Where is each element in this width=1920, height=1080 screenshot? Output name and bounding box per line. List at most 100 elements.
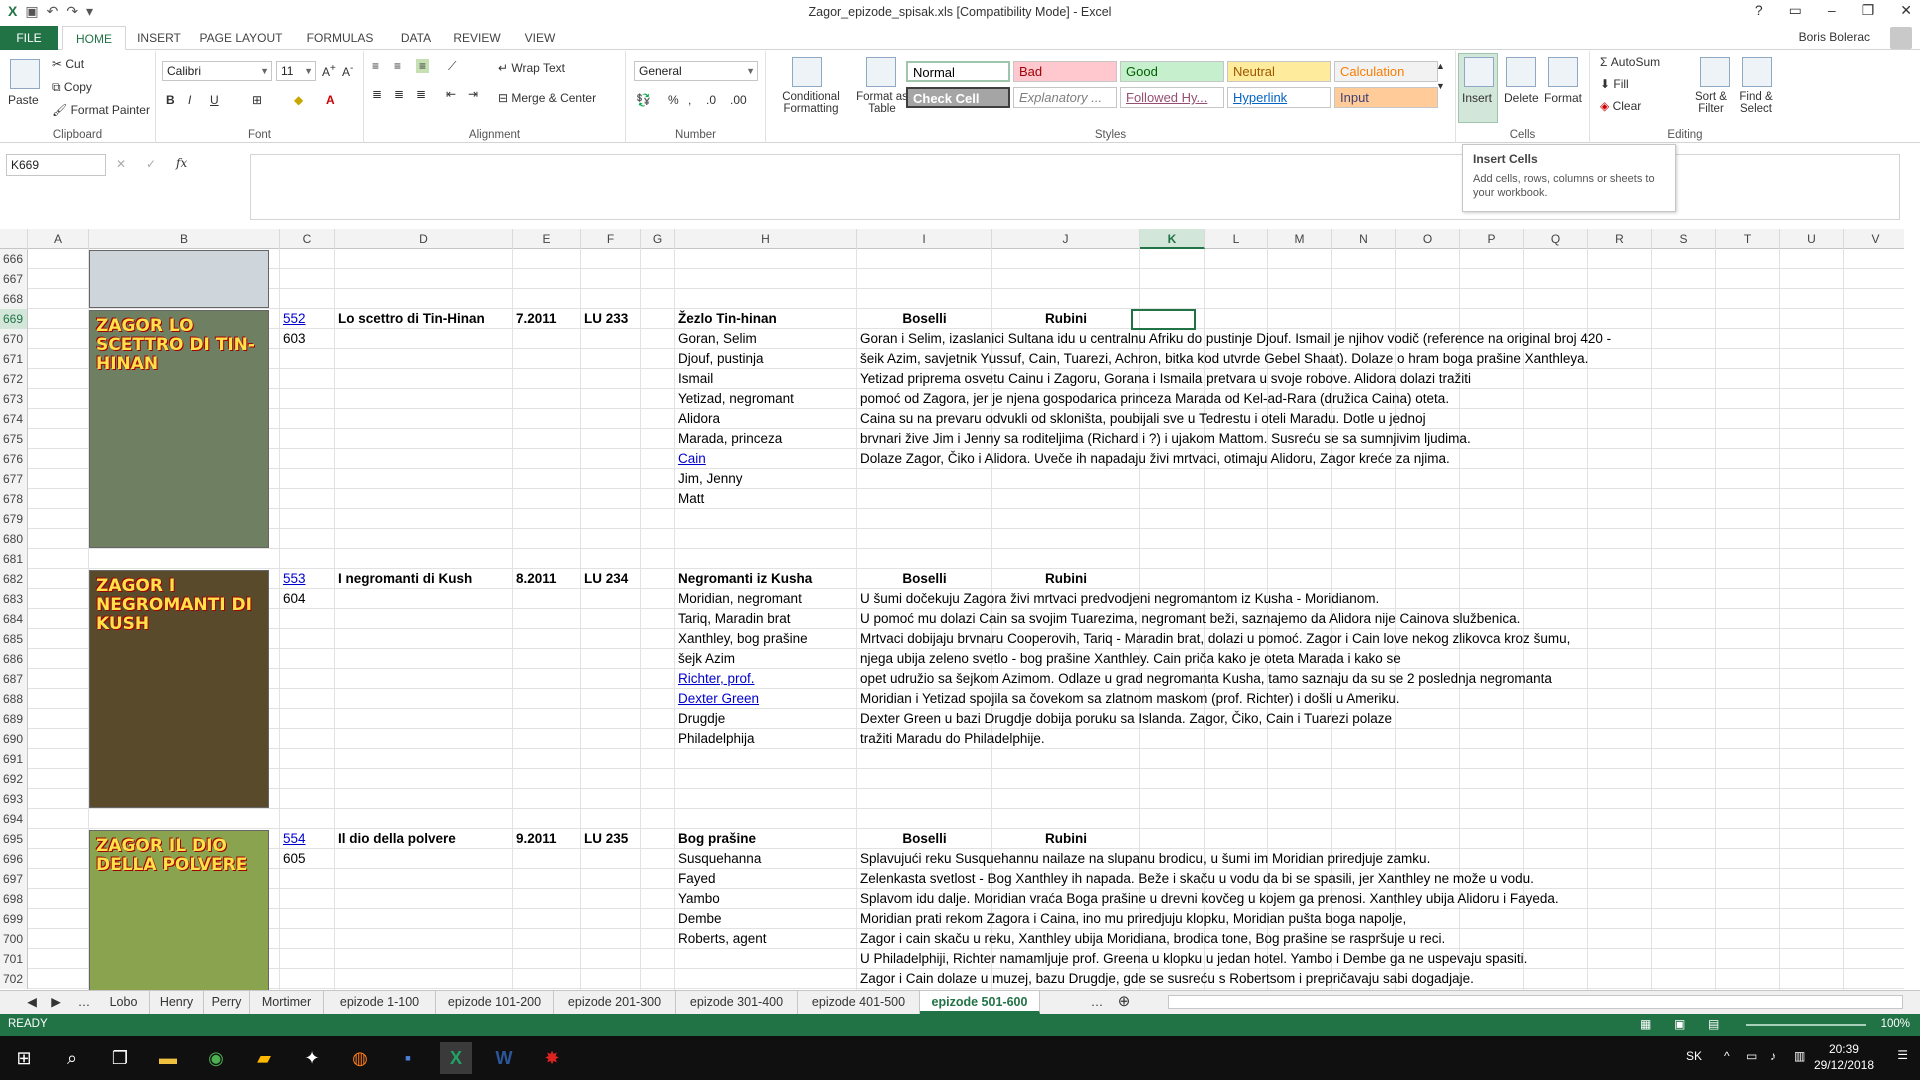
page-layout-view-icon[interactable]: ▣ — [1674, 1017, 1685, 1031]
increase-decimal-icon[interactable]: .0 — [706, 93, 716, 107]
sheet-tab[interactable]: Henry — [150, 991, 204, 1014]
red-app-icon[interactable]: ✸ — [536, 1042, 568, 1074]
shrink-font-icon[interactable]: A- — [342, 63, 353, 79]
orientation-icon[interactable]: ⟋ — [448, 59, 456, 74]
cell-style-normal[interactable]: Normal — [906, 61, 1010, 82]
cell-style-neutral[interactable]: Neutral — [1227, 61, 1331, 82]
sheet-tab[interactable]: epizode 1-100 — [324, 991, 436, 1014]
gallery-up-icon[interactable]: ▲ — [1436, 61, 1445, 71]
format-cells-icon[interactable] — [1548, 57, 1578, 87]
restore-icon[interactable]: ❐ — [1862, 2, 1875, 19]
cell-e682[interactable]: 8.2011 — [513, 569, 557, 589]
column-header-m[interactable]: M — [1268, 229, 1332, 249]
cell-j682[interactable]: Rubini — [992, 569, 1140, 589]
avatar[interactable] — [1890, 27, 1912, 49]
cell-h684[interactable]: Tariq, Maradin brat — [675, 609, 791, 629]
column-header-c[interactable]: C — [280, 229, 335, 249]
cell-h686[interactable]: šejk Azim — [675, 649, 735, 669]
delete-cells-icon[interactable] — [1506, 57, 1536, 87]
column-header-o[interactable]: O — [1396, 229, 1460, 249]
comic-cover-image[interactable]: ZAGOR IL DIO DELLA POLVERE — [89, 830, 269, 990]
search-icon[interactable]: ⌕ — [56, 1042, 88, 1074]
cell-h688[interactable]: Dexter Green — [675, 689, 759, 709]
cell-h682[interactable]: Negromanti iz Kusha — [675, 569, 812, 589]
cell-d669[interactable]: Lo scettro di Tin-Hinan — [335, 309, 485, 329]
delete-button[interactable]: Delete — [1504, 91, 1539, 105]
cell-i676[interactable]: Dolaze Zagor, Čiko i Alidora. Uveče ih n… — [857, 449, 1450, 469]
paste-icon[interactable] — [10, 59, 40, 89]
cell-i689[interactable]: Dexter Green u bazi Drugdje dobija poruk… — [857, 709, 1392, 729]
row-header[interactable]: 699 — [0, 909, 28, 929]
clock[interactable]: 20:39 29/12/2018 — [1814, 1041, 1874, 1073]
row-header[interactable]: 683 — [0, 589, 28, 609]
align-center-icon[interactable]: ≣ — [394, 87, 404, 101]
row-header[interactable]: 681 — [0, 549, 28, 569]
cell-h685[interactable]: Xanthley, bog prašine — [675, 629, 808, 649]
insert-function-button[interactable]: fx — [176, 156, 187, 170]
cell-h683[interactable]: Moridian, negromant — [675, 589, 802, 609]
fill-button[interactable]: ⬇ Fill — [1600, 77, 1629, 91]
network-icon[interactable]: ▥ — [1794, 1049, 1805, 1063]
comic-cover-image[interactable] — [89, 250, 269, 308]
column-header-f[interactable]: F — [581, 229, 641, 249]
tab-data[interactable]: DATA — [390, 26, 442, 50]
format-painter-button[interactable]: 🖌 Format Painter — [52, 103, 150, 117]
cell-h690[interactable]: Philadelphija — [675, 729, 755, 749]
increase-indent-icon[interactable]: ⇥ — [468, 87, 478, 101]
cell-h696[interactable]: Susquehanna — [675, 849, 761, 869]
comma-icon[interactable]: , — [688, 93, 691, 107]
next-sheet-icon[interactable]: ▶ — [46, 991, 66, 1014]
row-header[interactable]: 673 — [0, 389, 28, 409]
new-sheet-icon[interactable]: ⊕ — [1112, 991, 1136, 1014]
column-header-k[interactable]: K — [1140, 229, 1205, 249]
row-header[interactable]: 696 — [0, 849, 28, 869]
app-icon[interactable]: ✦ — [296, 1042, 328, 1074]
cell-c670[interactable]: 603 — [280, 329, 306, 349]
column-header-h[interactable]: H — [675, 229, 857, 249]
decrease-decimal-icon[interactable]: .00 — [730, 93, 747, 107]
comic-cover-image[interactable]: ZAGOR I NEGROMANTI DI KUSH — [89, 570, 269, 808]
percent-icon[interactable]: % — [668, 93, 679, 107]
prev-sheet-icon[interactable]: ◀ — [22, 991, 42, 1014]
cell-style-followed-hy[interactable]: Followed Hy... — [1120, 87, 1224, 108]
align-left-icon[interactable]: ≣ — [372, 87, 382, 101]
cell-h673[interactable]: Yetizad, negromant — [675, 389, 794, 409]
cell-i675[interactable]: brvnari žive Jim i Jenny sa roditeljima … — [857, 429, 1471, 449]
cell-h700[interactable]: Roberts, agent — [675, 929, 767, 949]
row-header[interactable]: 686 — [0, 649, 28, 669]
number-format-select[interactable]: General ▼ — [634, 61, 758, 81]
horizontal-scrollbar[interactable] — [1168, 995, 1903, 1009]
cell-i690[interactable]: tražiti Maradu do Philadelphije. — [857, 729, 1045, 749]
cell-h676[interactable]: Cain — [675, 449, 706, 469]
row-header[interactable]: 690 — [0, 729, 28, 749]
cancel-icon[interactable]: ✕ — [116, 157, 126, 171]
cell-c682[interactable]: 553 — [280, 569, 306, 589]
italic-button[interactable]: I — [188, 93, 191, 107]
column-header-g[interactable]: G — [641, 229, 675, 249]
paste-button[interactable]: Paste — [8, 93, 39, 107]
close-icon[interactable]: ✕ — [1900, 2, 1912, 19]
row-header[interactable]: 668 — [0, 289, 28, 309]
row-header[interactable]: 672 — [0, 369, 28, 389]
row-header[interactable]: 675 — [0, 429, 28, 449]
cell-h698[interactable]: Yambo — [675, 889, 720, 909]
cell-i670[interactable]: Goran i Selim, izaslanici Sultana idu u … — [857, 329, 1611, 349]
cell-f669[interactable]: LU 233 — [581, 309, 628, 329]
currency-icon[interactable]: 💱 — [636, 93, 651, 107]
cell-i685[interactable]: Mrtvaci dobijaju brvnaru Cooperovih, Tar… — [857, 629, 1570, 649]
sheet-tab[interactable]: epizode 101-200 — [436, 991, 554, 1014]
cell-i687[interactable]: opet udružio sa šejkom Azimom. Odlaze u … — [857, 669, 1552, 689]
cell-i673[interactable]: pomoć od Zagora, jer je njena gospodaric… — [857, 389, 1449, 409]
gallery-down-icon[interactable]: ▼ — [1436, 81, 1445, 91]
cell-i699[interactable]: Moridian prati rekom Zagora i Caina, ino… — [857, 909, 1406, 929]
align-bottom-icon[interactable]: ≡ — [416, 59, 430, 73]
sheet-tab[interactable]: Lobo — [98, 991, 150, 1014]
conditional-formatting-icon[interactable] — [792, 57, 822, 87]
cell-h670[interactable]: Goran, Selim — [675, 329, 757, 349]
cell-c669[interactable]: 552 — [280, 309, 306, 329]
enter-icon[interactable]: ✓ — [146, 157, 156, 171]
file-explorer-icon[interactable]: ▬ — [152, 1042, 184, 1074]
row-header[interactable]: 698 — [0, 889, 28, 909]
row-header[interactable]: 669 — [0, 309, 28, 329]
tab-insert[interactable]: INSERT — [130, 26, 188, 50]
